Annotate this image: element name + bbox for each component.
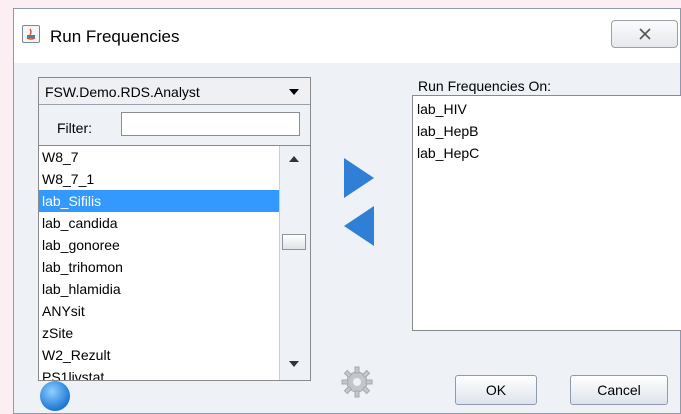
dialog-content: FSW.Demo.RDS.Analyst Filter: W8_7 W8_7_1… [14,63,681,413]
java-app-icon [22,25,40,43]
run-frequencies-dialog: Run Frequencies FSW.Demo.RDS.Analyst Fil… [13,8,681,414]
filter-row: Filter: [39,105,310,146]
ok-button[interactable]: OK [455,375,537,405]
scroll-up-arrow-icon[interactable] [289,156,299,162]
list-item-selected[interactable]: lab_Sifilis [39,190,279,212]
target-variable-list: lab_HIV lab_HepB lab_HepC [412,95,681,331]
remove-variable-arrow-icon[interactable] [344,206,374,246]
close-icon [638,28,651,40]
dataset-value: FSW.Demo.RDS.Analyst [45,84,200,100]
chevron-down-icon [289,89,299,95]
window-title: Run Frequencies [50,27,180,46]
list-item[interactable]: lab_hlamidia [39,278,279,300]
variable-list: W8_7 W8_7_1 lab_Sifilis lab_candida lab_… [39,146,279,380]
list-item[interactable]: W8_7_1 [39,168,279,190]
filter-label: Filter: [57,120,92,136]
add-variable-arrow-icon[interactable] [344,158,374,198]
list-item[interactable]: lab_HepC [417,142,479,164]
list-item[interactable]: lab_trihomon [39,256,279,278]
filter-input[interactable] [121,112,300,136]
list-item[interactable]: lab_gonoree [39,234,279,256]
list-item[interactable]: ANYsit [39,300,279,322]
dataset-dropdown[interactable]: FSW.Demo.RDS.Analyst [39,78,310,105]
list-item[interactable]: W2_Rezult [39,344,279,366]
target-list-label: Run Frequencies On: [418,78,552,94]
title-bar: Run Frequencies [14,9,680,63]
scroll-thumb[interactable] [282,234,306,250]
info-icon[interactable] [40,381,70,411]
list-item[interactable]: lab_HIV [417,98,467,120]
list-item[interactable]: W8_7 [39,146,279,168]
list-item[interactable]: lab_HepB [417,120,479,142]
list-item[interactable]: zSite [39,322,279,344]
list-item[interactable]: lab_candida [39,212,279,234]
close-button[interactable] [611,20,678,48]
source-variable-panel: FSW.Demo.RDS.Analyst Filter: W8_7 W8_7_1… [38,77,311,381]
gear-icon[interactable] [340,365,374,404]
variable-list-scrollbar[interactable] [279,146,310,380]
list-item[interactable]: PS1livstat [39,366,279,380]
cancel-button[interactable]: Cancel [570,375,668,405]
scroll-down-arrow-icon[interactable] [289,361,299,367]
